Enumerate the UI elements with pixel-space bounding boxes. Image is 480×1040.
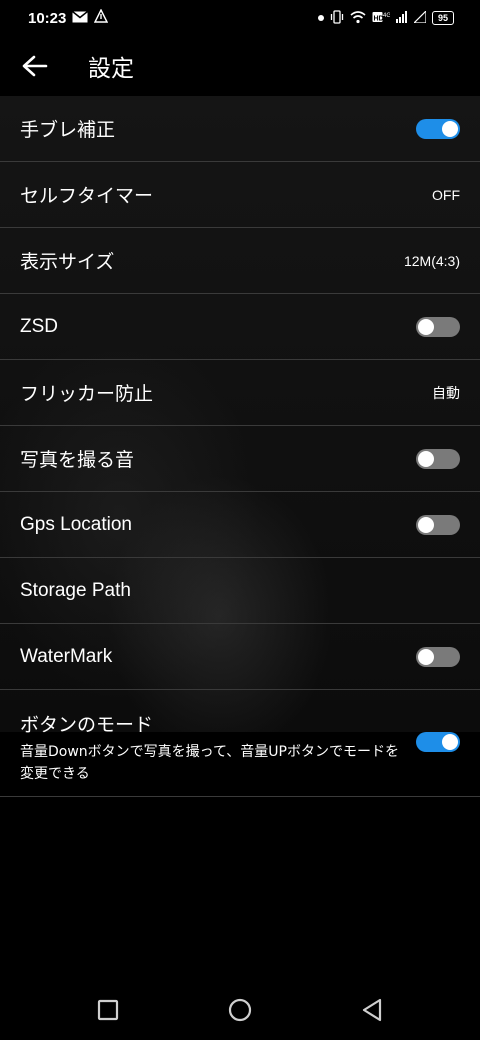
setting-description: 音量Downボタンで写真を撮って、音量UPボタンでモードを変更できる (20, 744, 399, 782)
setting-label: 写真を撮る音 (20, 449, 135, 471)
gps-location-toggle[interactable] (416, 514, 460, 535)
setting-display-size[interactable]: 表示サイズ 12M(4:3) (0, 228, 480, 294)
watermark-toggle[interactable] (416, 646, 460, 667)
setting-label: WaterMark (20, 645, 113, 667)
status-left: 10:23 (28, 8, 109, 27)
battery-level: 95 (437, 12, 448, 23)
signal-icon (412, 9, 427, 26)
setting-label: フリッカー防止 (20, 383, 154, 405)
setting-label: ZSD (20, 315, 58, 337)
setting-text: ボタンのモード 音量Downボタンで写真を撮って、音量UPボタンでモードを変更で… (20, 710, 410, 785)
setting-label: セルフタイマー (20, 185, 154, 207)
back-arrow-button[interactable] (0, 36, 70, 96)
setting-self-timer[interactable]: セルフタイマー OFF (0, 162, 480, 228)
toggle-knob (418, 318, 434, 335)
button-mode-toggle[interactable] (416, 732, 460, 752)
recents-button[interactable] (95, 997, 121, 1023)
setting-zsd[interactable]: ZSD (0, 294, 480, 360)
setting-value: OFF (432, 186, 460, 203)
setting-label: ボタンのモード (20, 714, 154, 736)
setting-value: 12M(4:3) (403, 252, 460, 269)
toggle-knob (442, 734, 458, 750)
setting-flicker[interactable]: フリッカー防止 自動 (0, 360, 480, 426)
svg-text:4G: 4G (383, 13, 390, 19)
status-time: 10:23 (28, 9, 67, 27)
signal-icon (396, 10, 408, 26)
recents-icon (97, 999, 119, 1021)
status-right: HD 4G 95 (318, 9, 454, 27)
mail-icon (72, 10, 89, 27)
shutter-sound-toggle[interactable] (416, 448, 460, 469)
setting-value: 自動 (432, 385, 460, 402)
wifi-icon (350, 10, 366, 27)
setting-label: Storage Path (20, 579, 131, 601)
status-bar: 10:23 HD 4G 95 (0, 0, 480, 36)
app-bar: 設定 (0, 36, 480, 96)
toggle-knob (418, 516, 434, 533)
back-icon (362, 998, 382, 1022)
stabilization-toggle[interactable] (416, 118, 460, 139)
back-button[interactable] (359, 997, 385, 1023)
home-button[interactable] (227, 997, 253, 1023)
toggle-knob (418, 648, 434, 665)
setting-watermark[interactable]: WaterMark (0, 624, 480, 690)
setting-stabilization[interactable]: 手ブレ補正 (0, 96, 480, 162)
home-icon (228, 998, 252, 1022)
toggle-knob (418, 450, 434, 467)
setting-shutter-sound[interactable]: 写真を撮る音 (0, 426, 480, 492)
hd-icon: HD 4G (372, 11, 391, 26)
page-title: 設定 (88, 56, 134, 82)
arrow-left-icon (22, 55, 48, 77)
setting-label: Gps Location (20, 513, 132, 535)
setting-label: 表示サイズ (20, 251, 115, 273)
setting-button-mode[interactable]: ボタンのモード 音量Downボタンで写真を撮って、音量UPボタンでモードを変更で… (0, 690, 480, 797)
toggle-knob (442, 120, 458, 137)
dot-icon (318, 13, 324, 24)
zsd-toggle[interactable] (416, 316, 460, 337)
vibrate-icon (330, 9, 344, 27)
alert-icon (94, 8, 109, 27)
battery-icon: 95 (432, 11, 454, 25)
setting-label: 手ブレ補正 (20, 119, 116, 141)
setting-storage-path[interactable]: Storage Path (0, 558, 480, 624)
navigation-bar (0, 980, 480, 1040)
setting-gps-location[interactable]: Gps Location (0, 492, 480, 558)
settings-list: 手ブレ補正 セルフタイマー OFF 表示サイズ 12M(4:3) ZSD フリッ… (0, 96, 480, 797)
